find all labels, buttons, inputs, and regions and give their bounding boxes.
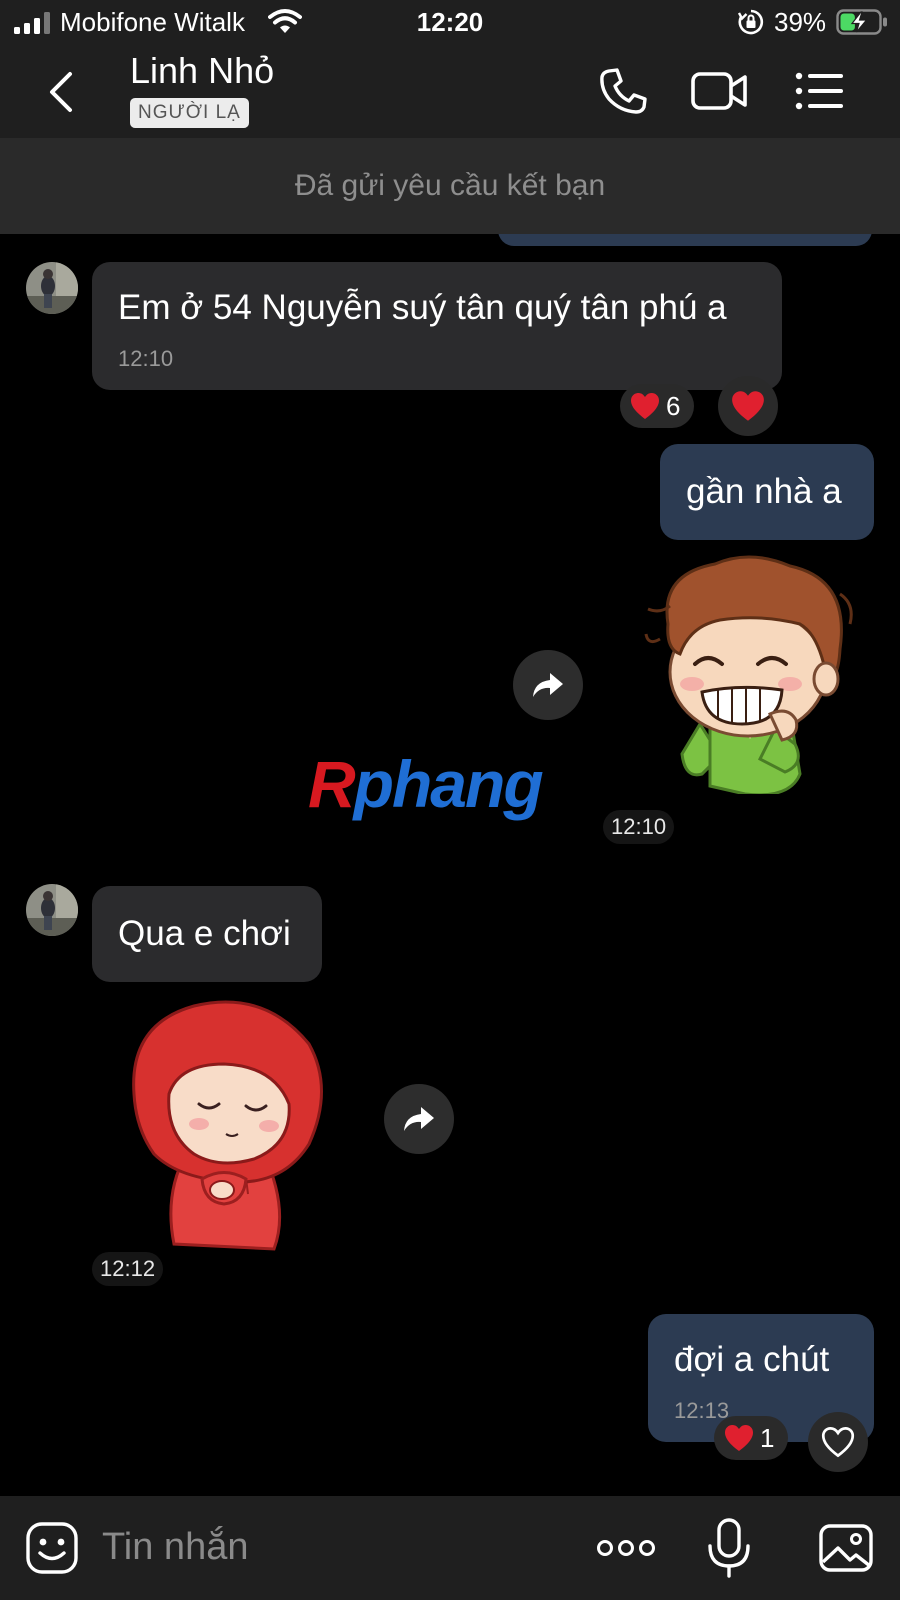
menu-list-icon[interactable] xyxy=(790,66,848,116)
chat-header: Linh Nhỏ NGƯỜI LẠ xyxy=(0,46,900,138)
react-button[interactable] xyxy=(718,376,778,436)
outgoing-message[interactable]: gần nhà a xyxy=(660,444,874,540)
clock: 12:20 xyxy=(416,7,484,37)
heart-icon xyxy=(732,391,764,421)
video-call-icon[interactable] xyxy=(690,66,748,116)
message-text: Qua e chơi xyxy=(118,914,291,953)
message-text: gần nhà a xyxy=(686,472,842,511)
incoming-message[interactable]: Qua e chơi xyxy=(92,886,322,982)
sticker-time: 12:12 xyxy=(92,1252,164,1286)
reaction-summary[interactable]: 6 xyxy=(620,384,695,428)
microphone-icon[interactable] xyxy=(704,1518,754,1578)
battery-percent: 39% xyxy=(774,7,827,37)
emoji-icon[interactable] xyxy=(24,1520,80,1576)
avatar[interactable] xyxy=(26,884,78,936)
share-icon xyxy=(404,1107,434,1131)
reaction-summary[interactable]: 1 xyxy=(714,1416,789,1460)
avatar-photo xyxy=(26,884,78,936)
forward-button[interactable] xyxy=(513,650,583,720)
heart-icon xyxy=(725,1425,753,1451)
contact-name[interactable]: Linh Nhỏ xyxy=(130,50,274,92)
battery-icon xyxy=(836,9,887,35)
stranger-badge: NGƯỜI LẠ xyxy=(130,98,249,128)
previous-message-bubble xyxy=(498,234,872,246)
image-icon[interactable] xyxy=(818,1520,874,1576)
message-time: 12:10 xyxy=(118,346,174,371)
message-input-bar: Tin nhắn xyxy=(0,1496,900,1600)
orientation-lock-icon xyxy=(738,9,764,35)
heart-icon xyxy=(631,393,659,419)
reaction-count: 6 xyxy=(666,391,681,421)
status-bar: Mobifone Witalk 12:20 39% xyxy=(0,0,900,46)
sticker-time: 12:10 xyxy=(603,810,675,844)
smiling-boy-sticker[interactable] xyxy=(640,554,860,794)
red-hood-girl-sticker[interactable] xyxy=(124,994,334,1254)
heart-outline-icon xyxy=(821,1427,855,1458)
forward-button[interactable] xyxy=(384,1084,454,1154)
reaction-count: 1 xyxy=(760,1423,775,1453)
chat-area[interactable]: Em ở 54 Nguyễn suý tân quý tân phú a 12:… xyxy=(0,234,900,1496)
message-text: đợi a chút xyxy=(674,1340,830,1379)
incoming-message[interactable]: Em ở 54 Nguyễn suý tân quý tân phú a 12:… xyxy=(92,262,782,390)
react-button[interactable] xyxy=(808,1412,868,1472)
avatar[interactable] xyxy=(26,262,78,314)
phone-icon[interactable] xyxy=(594,66,652,116)
message-time: 12:13 xyxy=(674,1398,730,1423)
friend-request-notice: Đã gửi yêu cầu kết bạn xyxy=(0,138,900,234)
message-input[interactable]: Tin nhắn xyxy=(102,1526,248,1569)
more-options-icon[interactable] xyxy=(596,1520,656,1576)
watermark: Rphang xyxy=(308,747,544,821)
message-text: Em ở 54 Nguyễn suý tân quý tân phú a xyxy=(118,288,727,327)
avatar-photo xyxy=(26,262,78,314)
back-icon[interactable] xyxy=(40,70,80,114)
share-icon xyxy=(533,673,563,697)
